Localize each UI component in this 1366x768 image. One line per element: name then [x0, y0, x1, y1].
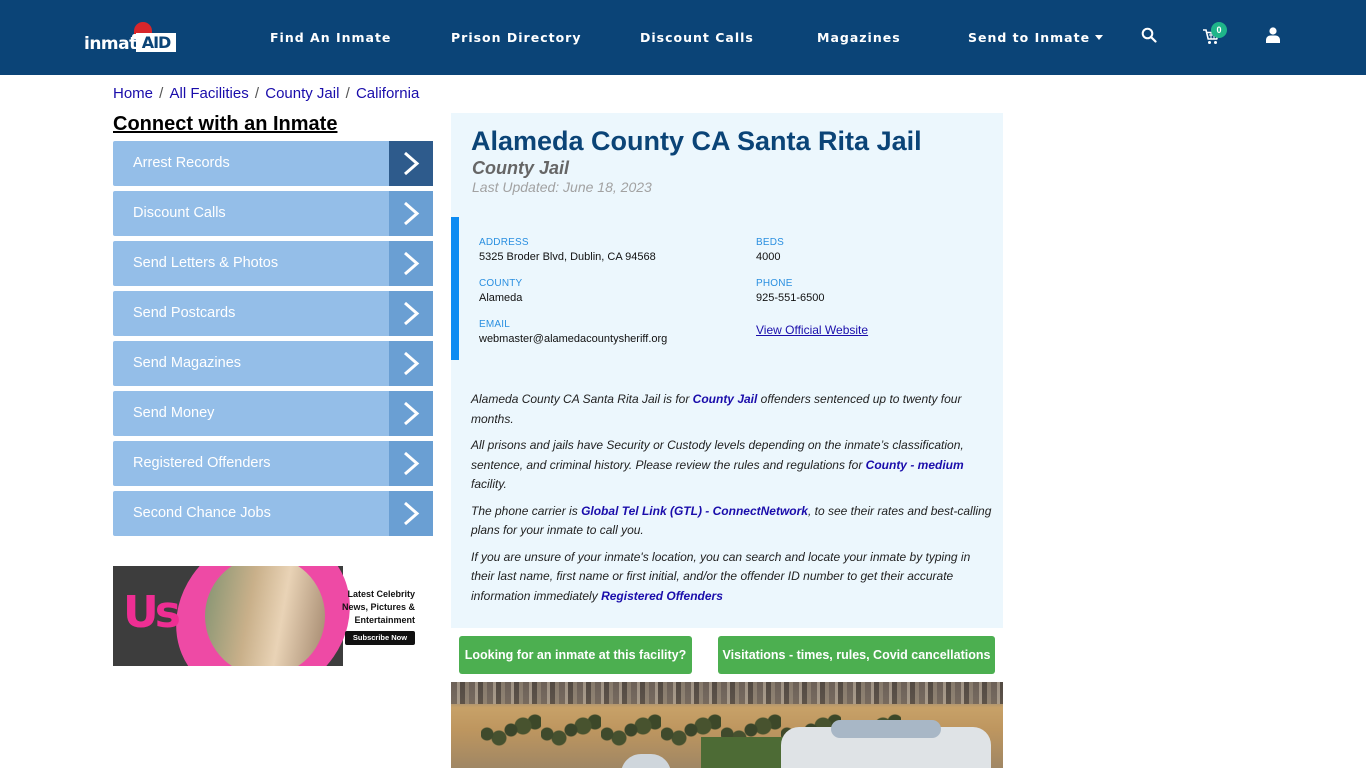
chevron-right-icon — [389, 391, 433, 436]
breadcrumb-separator: / — [155, 85, 168, 102]
description-paragraph: If you are unsure of your inmate's locat… — [471, 548, 996, 607]
photo-houses — [451, 682, 1003, 704]
text: Alameda County CA Santa Rita Jail is for — [471, 392, 693, 406]
sidebar-item-label: Send Magazines — [133, 355, 242, 371]
description-paragraph: All prisons and jails have Security or C… — [471, 436, 996, 495]
sidebar-item-label: Send Letters & Photos — [133, 255, 279, 271]
search-icon[interactable] — [1141, 27, 1157, 43]
breadcrumb-separator: / — [250, 85, 264, 102]
nav-discount-calls[interactable]: Discount Calls — [640, 30, 754, 45]
sidebar-item-send-magazines[interactable]: Send Magazines — [113, 341, 433, 386]
sidebar-item-send-postcards[interactable]: Send Postcards — [113, 291, 433, 336]
breadcrumb-all-facilities[interactable]: All Facilities — [170, 85, 249, 102]
us-weekly-logo: Us — [123, 587, 181, 638]
address-label: ADDRESS — [479, 237, 529, 248]
facility-title: Alameda County CA Santa Rita Jail — [471, 126, 922, 156]
beds-label: BEDS — [756, 237, 785, 248]
facility-aerial-photo — [451, 682, 1003, 768]
facility-panel: Alameda County CA Santa Rita Jail County… — [451, 113, 1003, 628]
phone-label: PHONE — [756, 278, 793, 289]
county-medium-link[interactable]: County - medium — [866, 458, 964, 472]
chevron-right-icon — [389, 341, 433, 386]
photo-lawn — [701, 737, 791, 768]
website-field: View Official Website — [756, 321, 868, 339]
phone-value: 925-551-6500 — [756, 292, 825, 304]
phone-field: PHONE 925-551-6500 — [756, 278, 825, 304]
find-inmate-at-facility-button[interactable]: Looking for an inmate at this facility? — [459, 636, 692, 674]
description-paragraph: The phone carrier is Global Tel Link (GT… — [471, 502, 996, 541]
nav-send-to-inmate[interactable]: Send to Inmate — [968, 30, 1104, 45]
chevron-right-icon — [389, 291, 433, 336]
facility-description: Alameda County CA Santa Rita Jail is for… — [471, 390, 996, 613]
breadcrumb-county-jail[interactable]: County Jail — [265, 85, 339, 102]
sidebar-item-label: Send Postcards — [133, 305, 236, 321]
visitations-button[interactable]: Visitations - times, rules, Covid cancel… — [718, 636, 995, 674]
sidebar-item-second-chance-jobs[interactable]: Second Chance Jobs — [113, 491, 433, 536]
chevron-right-icon — [389, 191, 433, 236]
sidebar-title[interactable]: Connect with an Inmate — [113, 113, 337, 136]
sidebar-item-registered-offenders[interactable]: Registered Offenders — [113, 441, 433, 486]
sidebar-item-label: Registered Offenders — [133, 455, 271, 471]
chevron-right-icon — [389, 491, 433, 536]
email-field: EMAIL webmaster@alamedacountysheriff.org — [479, 319, 667, 345]
view-official-website-link[interactable]: View Official Website — [756, 323, 868, 337]
sidebar-item-discount-calls[interactable]: Discount Calls — [113, 191, 433, 236]
facility-type: County Jail — [472, 158, 570, 178]
text: facility. — [471, 477, 507, 491]
address-field: ADDRESS 5325 Broder Blvd, Dublin, CA 945… — [479, 237, 656, 263]
sidebar-menu: Arrest Records Discount Calls Send Lette… — [113, 141, 433, 541]
registered-offenders-link[interactable]: Registered Offenders — [601, 589, 723, 603]
info-accent-bar — [451, 217, 459, 360]
description-paragraph: Alameda County CA Santa Rita Jail is for… — [471, 390, 996, 429]
sidebar-item-send-letters-photos[interactable]: Send Letters & Photos — [113, 241, 433, 286]
county-field: COUNTY Alameda — [479, 278, 522, 304]
email-value: webmaster@alamedacountysheriff.org — [479, 333, 668, 345]
inmateaid-logo[interactable]: inmate AID — [84, 22, 180, 56]
breadcrumb-california[interactable]: California — [356, 85, 419, 102]
text: The phone carrier is — [471, 503, 582, 518]
cart-count-badge: 0 — [1211, 22, 1227, 38]
chevron-right-icon — [389, 141, 433, 186]
sidebar-item-arrest-records[interactable]: Arrest Records — [113, 141, 433, 186]
sidebar-item-send-money[interactable]: Send Money — [113, 391, 433, 436]
ad-subscribe-button[interactable]: Subscribe Now — [345, 631, 415, 645]
sidebar-item-label: Arrest Records — [133, 155, 230, 171]
nav-find-an-inmate[interactable]: Find An Inmate — [270, 30, 391, 45]
breadcrumb: Home / All Facilities / County Jail / Ca… — [113, 85, 419, 102]
nav-prison-directory[interactable]: Prison Directory — [451, 30, 581, 45]
us-weekly-ad-banner[interactable]: Us Latest Celebrity News, Pictures & Ent… — [113, 566, 423, 666]
county-label: COUNTY — [479, 278, 523, 289]
caret-down-icon — [1095, 35, 1104, 40]
address-value: 5325 Broder Blvd, Dublin, CA 94568 — [479, 251, 656, 263]
nav-send-to-inmate-label: Send to Inmate — [968, 30, 1091, 45]
county-jail-link[interactable]: County Jail — [693, 392, 758, 406]
beds-value: 4000 — [756, 251, 781, 263]
logo-accent: AID — [136, 33, 176, 52]
photo-dome — [621, 754, 671, 768]
breadcrumb-separator: / — [341, 85, 354, 102]
ad-tagline: Latest Celebrity News, Pictures & Entert… — [341, 589, 415, 625]
last-updated: Last Updated: June 18, 2023 — [472, 179, 652, 195]
gtl-connectnetwork-link[interactable]: Global Tel Link (GTL) - ConnectNetwork — [581, 504, 808, 518]
beds-field: BEDS 4000 — [756, 237, 784, 263]
email-label: EMAIL — [479, 319, 511, 330]
photo-solar-roof — [831, 720, 941, 738]
top-navbar: inmate AID Find An Inmate Prison Directo… — [0, 0, 1366, 75]
sidebar-item-label: Second Chance Jobs — [133, 505, 271, 521]
sidebar-item-label: Send Money — [133, 405, 215, 421]
sidebar-item-label: Discount Calls — [133, 205, 226, 221]
facility-info-box: ADDRESS 5325 Broder Blvd, Dublin, CA 945… — [451, 217, 1003, 360]
user-icon[interactable] — [1266, 27, 1280, 43]
county-value: Alameda — [479, 292, 523, 304]
chevron-right-icon — [389, 241, 433, 286]
chevron-right-icon — [389, 441, 433, 486]
breadcrumb-home[interactable]: Home — [113, 85, 153, 102]
nav-magazines[interactable]: Magazines — [817, 30, 901, 45]
